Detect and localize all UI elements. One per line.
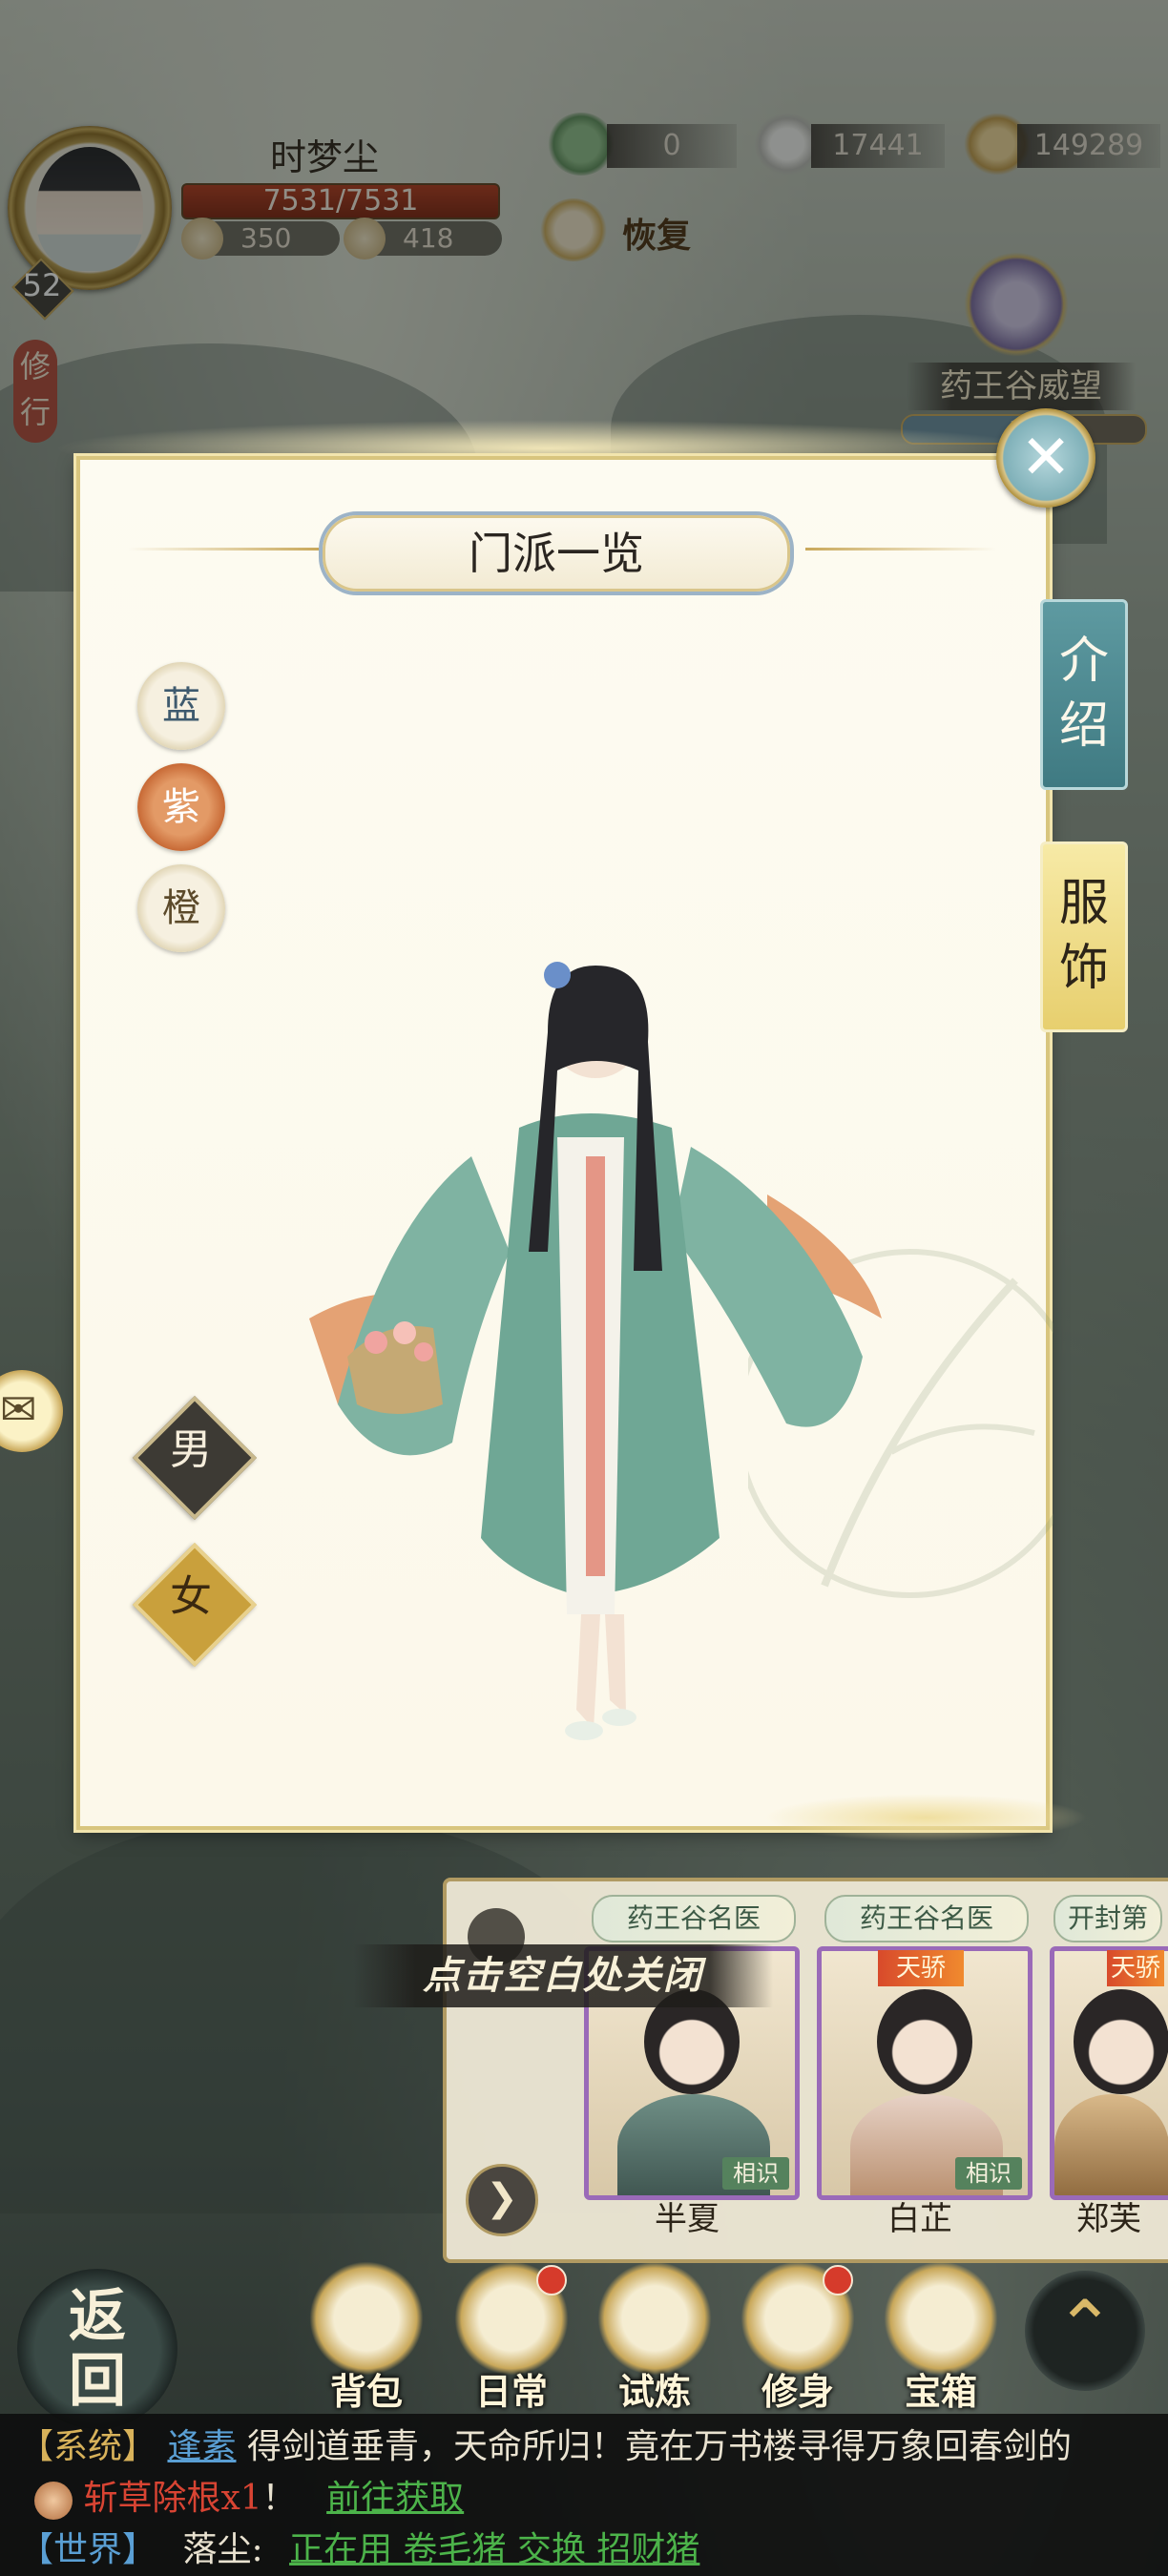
chat-item-name[interactable]: 斩草除根x1: [83, 2479, 261, 2518]
card-tag: 药王谷名医: [824, 1895, 1029, 1942]
sword-icon: [597, 2261, 712, 2376]
nav-label: 试炼: [617, 2370, 691, 2413]
nav-bag[interactable]: 背包: [300, 2261, 433, 2413]
card-tag: 药王谷名医: [592, 1895, 796, 1942]
chat-channel: 【世界】: [19, 2530, 157, 2569]
treasure-chest-icon: [884, 2261, 998, 2376]
card-tag: 开封第: [1053, 1895, 1162, 1942]
chat-panel[interactable]: 【系统】 逢素 得剑道垂青，天命所归！竟在万书楼寻得万象回春剑的 斩草除根x1！…: [0, 2414, 1168, 2576]
acquainted-badge: 相识: [955, 2157, 1022, 2190]
cloud-decoration: [763, 1794, 1088, 1841]
chat-player-link[interactable]: 逢素: [167, 2427, 236, 2466]
chat-line-reward: 斩草除根x1！ 前往获取: [34, 2473, 464, 2524]
title-divider-left: [128, 548, 319, 551]
chat-line-system: 【系统】 逢素 得剑道垂青，天命所归！竟在万书楼寻得万象回春剑的: [19, 2421, 1072, 2473]
close-button[interactable]: ✕: [996, 408, 1095, 508]
notification-dot: [536, 2265, 567, 2296]
title-plate: 门派一览: [319, 511, 794, 595]
companion-portrait: [1074, 1989, 1168, 2094]
rarity-tab-purple[interactable]: 紫: [137, 763, 225, 851]
rarity-tab-orange[interactable]: 橙: [137, 864, 225, 952]
nav-cultivate[interactable]: 修身: [731, 2261, 865, 2413]
close-icon: ✕: [1020, 423, 1072, 493]
nav-daily[interactable]: 日常: [445, 2261, 578, 2413]
bag-icon: [309, 2261, 424, 2376]
character-outfit-figure: [309, 962, 882, 1740]
menu-toggle-button[interactable]: ⌃: [1025, 2271, 1145, 2391]
nav-trial[interactable]: 试炼: [588, 2261, 721, 2413]
tap-to-close-hint: 点击空白处关闭: [353, 1944, 773, 2007]
companion-name: 郑芙: [1076, 2200, 1141, 2238]
go-get-link[interactable]: 前往获取: [326, 2479, 464, 2518]
companion-name: 半夏: [655, 2200, 720, 2238]
back-label: 返回: [69, 2283, 126, 2415]
notification-dot: [823, 2265, 853, 2296]
nav-label: 修身: [761, 2370, 834, 2413]
title-divider-right: [805, 548, 996, 551]
tianjiao-ribbon: 天骄: [1107, 1950, 1164, 1986]
companion-name: 白芷: [887, 2200, 952, 2238]
chat-line-world: 【世界】 落尘: 正在用 卷毛猪 交换 招财猪: [19, 2524, 699, 2576]
companion-portrait: [877, 1989, 972, 2094]
nav-label: 日常: [474, 2370, 548, 2413]
tab-outfit[interactable]: 服饰: [1040, 841, 1128, 1032]
modal-title: 门派一览: [469, 528, 644, 579]
acquainted-badge: 相识: [722, 2157, 789, 2190]
back-button[interactable]: 返回: [17, 2269, 177, 2429]
sect-overview-modal: 门派一览 蓝 紫 橙 男 女: [76, 456, 1053, 1830]
chat-channel: 【系统】: [19, 2427, 157, 2466]
chat-message: 得剑道垂青，天命所归！竟在万书楼寻得万象回春剑的: [246, 2427, 1072, 2466]
chevron-up-icon: ⌃: [1054, 2284, 1116, 2369]
gender-female-label: 女: [170, 1572, 212, 1621]
chat-speaker: 落尘:: [182, 2530, 263, 2569]
chat-trade-message[interactable]: 正在用 卷毛猪 交换 招财猪: [289, 2530, 699, 2569]
scroll-icon: [34, 2482, 73, 2520]
tab-intro[interactable]: 介绍: [1040, 599, 1128, 790]
gender-male-label: 男: [170, 1425, 212, 1474]
nav-label: 背包: [329, 2370, 403, 2413]
rarity-tab-blue[interactable]: 蓝: [137, 662, 225, 750]
nav-chest[interactable]: 宝箱: [874, 2261, 1008, 2413]
nav-label: 宝箱: [904, 2370, 977, 2413]
tray-next-arrow-icon[interactable]: ❯: [466, 2164, 538, 2236]
tianjiao-ribbon: 天骄: [878, 1950, 964, 1986]
